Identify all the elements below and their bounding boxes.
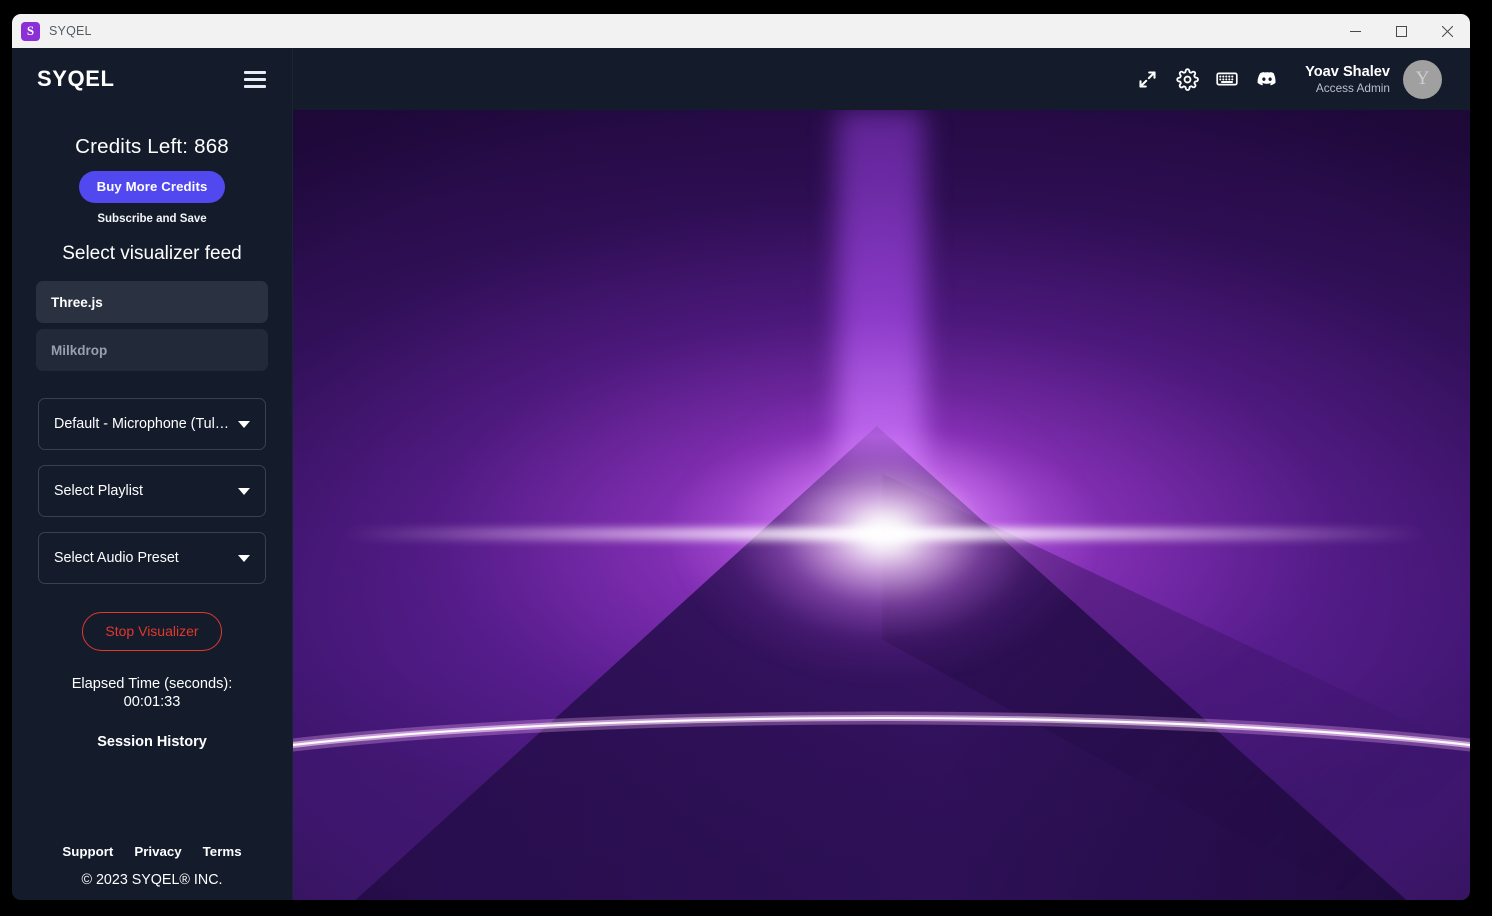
stop-visualizer-button[interactable]: Stop Visualizer (82, 612, 222, 651)
window-titlebar: S SYQEL (12, 14, 1470, 48)
minimize-button[interactable] (1332, 14, 1378, 48)
user-text-group: Yoav Shalev Access Admin (1305, 63, 1390, 96)
chevron-down-icon (238, 420, 250, 428)
keyboard-icon[interactable] (1207, 59, 1247, 99)
elapsed-time-label: Elapsed Time (seconds): (71, 676, 233, 692)
buy-more-credits-button[interactable]: Buy More Credits (78, 171, 226, 203)
playlist-select-value: Select Playlist (54, 483, 143, 499)
syqel-logo-icon: S (21, 21, 40, 41)
audio-preset-select-value: Select Audio Preset (54, 550, 179, 566)
session-history-link[interactable]: Session History (12, 734, 292, 750)
elapsed-time-value: 00:01:33 (123, 694, 181, 710)
footer-links: Support Privacy Terms (12, 844, 292, 859)
audio-input-select[interactable]: Default - Microphone (Tula A... (38, 398, 266, 450)
titlebar-left-group: S SYQEL (12, 21, 92, 41)
buy-credits-wrap: Buy More Credits (12, 171, 292, 203)
audio-input-select-value: Default - Microphone (Tula A... (54, 416, 230, 432)
window-body: SYQEL Credits Left: 868 Buy More Credits… (12, 48, 1470, 900)
user-menu[interactable]: Yoav Shalev Access Admin Y (1305, 59, 1442, 99)
visualizer-feed-list: Three.js Milkdrop (12, 281, 292, 371)
footer-link-support[interactable]: Support (62, 844, 113, 859)
subscribe-and-save-link[interactable]: Subscribe and Save (12, 213, 292, 225)
feed-option-threejs[interactable]: Three.js (36, 281, 268, 323)
window-title: SYQEL (49, 24, 92, 38)
maximize-button[interactable] (1378, 14, 1424, 48)
sidebar-footer: Support Privacy Terms © 2023 SYQEL® INC. (12, 844, 292, 900)
user-name: Yoav Shalev (1305, 63, 1390, 80)
visualizer-horizon-arc (293, 680, 1470, 800)
app-window: S SYQEL SYQEL Credits Left: 868 Buy More (12, 14, 1470, 900)
settings-gear-icon[interactable] (1167, 59, 1207, 99)
visualizer-lens-flare (342, 527, 1426, 541)
playlist-select[interactable]: Select Playlist (38, 465, 266, 517)
brand-logo: SYQEL (37, 66, 115, 91)
user-role: Access Admin (1315, 80, 1390, 95)
chevron-down-icon (238, 487, 250, 495)
close-button[interactable] (1424, 14, 1470, 48)
fullscreen-icon[interactable] (1127, 59, 1167, 99)
top-bar: Yoav Shalev Access Admin Y (293, 48, 1470, 110)
sidebar-header: SYQEL (12, 48, 292, 110)
main-area: Yoav Shalev Access Admin Y (293, 48, 1470, 900)
copyright-text: © 2023 SYQEL® INC. (81, 872, 223, 888)
sidebar: SYQEL Credits Left: 868 Buy More Credits… (12, 48, 293, 900)
credits-left-label: Credits Left: 868 (75, 135, 229, 158)
avatar[interactable]: Y (1403, 59, 1442, 99)
stop-visualizer-wrap: Stop Visualizer (12, 612, 292, 651)
footer-link-terms[interactable]: Terms (203, 844, 242, 859)
select-visualizer-feed-title: Select visualizer feed (62, 243, 242, 264)
chevron-down-icon (238, 554, 250, 562)
footer-link-privacy[interactable]: Privacy (134, 844, 181, 859)
hamburger-menu-icon[interactable] (244, 70, 266, 88)
feed-option-milkdrop[interactable]: Milkdrop (36, 329, 268, 371)
discord-icon[interactable] (1247, 59, 1287, 99)
audio-preset-select[interactable]: Select Audio Preset (38, 532, 266, 584)
visualizer-canvas[interactable] (293, 110, 1470, 900)
